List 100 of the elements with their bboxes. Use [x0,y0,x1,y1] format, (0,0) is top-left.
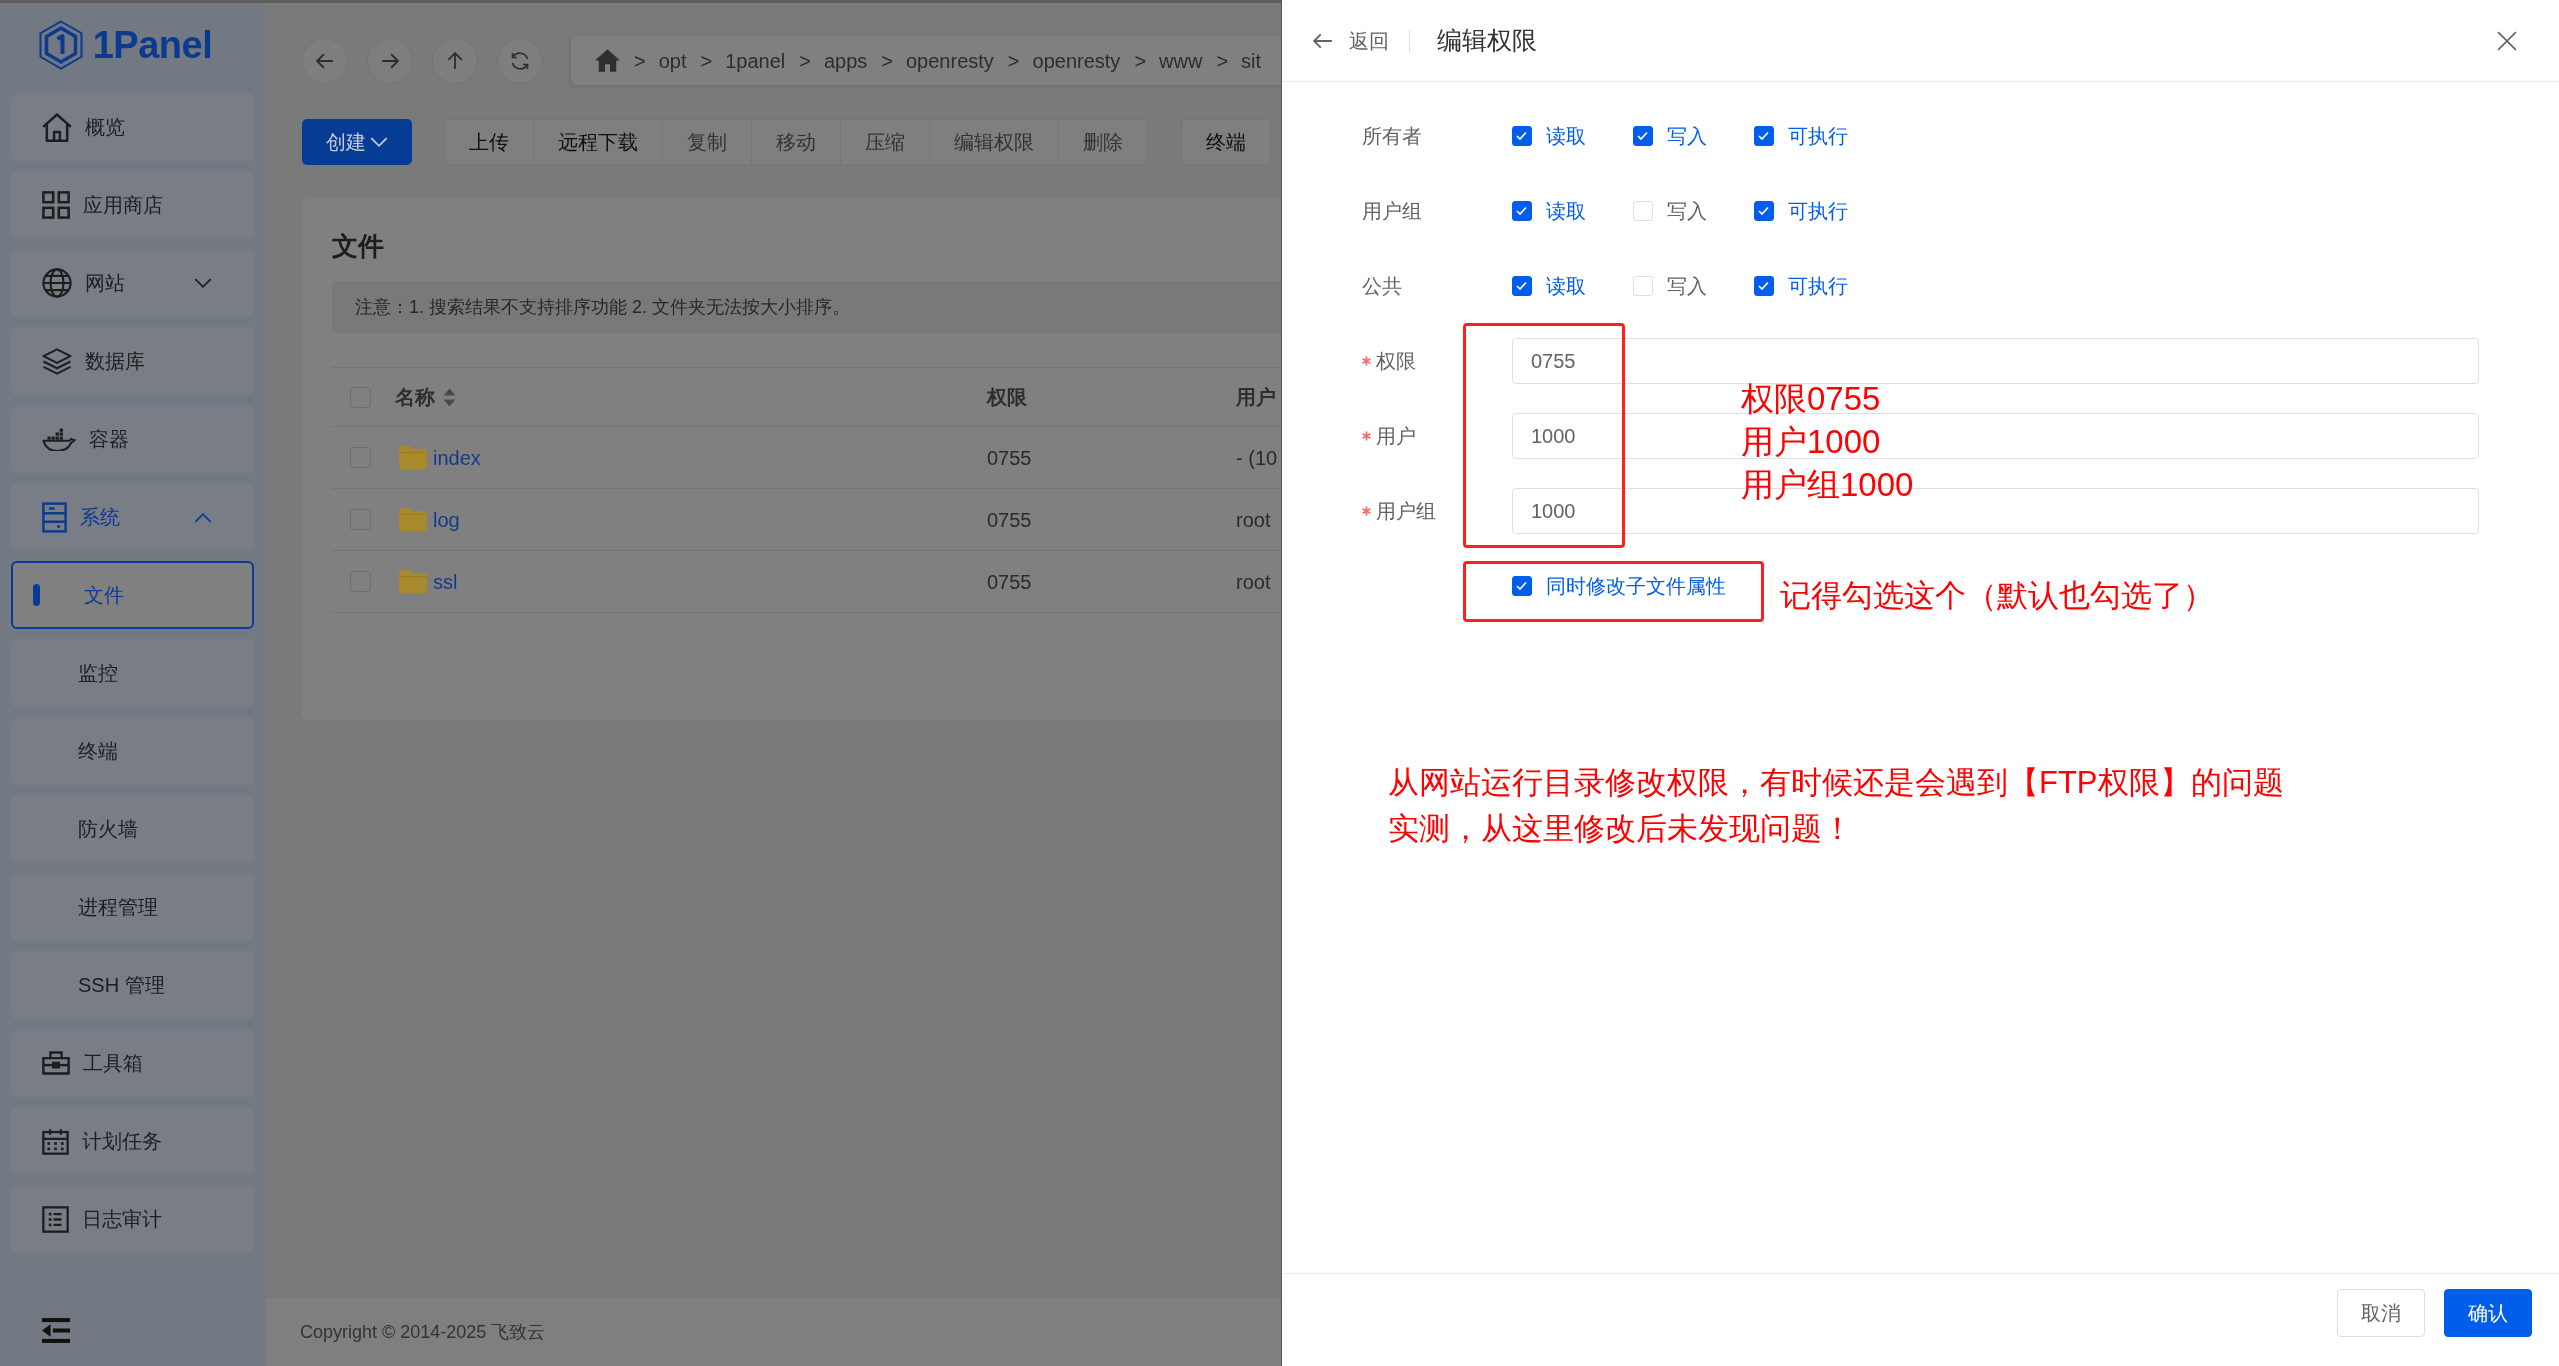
breadcrumb-link[interactable]: openresty [1032,45,1121,76]
check-icon [1516,131,1528,141]
checkbox-label[interactable]: 可执行 [1788,196,1848,226]
menu-item[interactable]: 防火墙 [11,795,254,863]
breadcrumb-link[interactable]: openresty [906,45,994,76]
copyright-text: Copyright © 2014-2025 飞致云 [300,1320,546,1344]
arrow-right-icon [381,52,399,69]
folder-icon [399,570,427,593]
arrow-up-icon [447,51,463,70]
notice-text: 注意：1. 搜索结果不支持排序功能 2. 文件夹无法按大小排序。 [355,296,851,319]
column-header: 名称 [395,385,435,410]
checkbox-label[interactable]: 可执行 [1788,271,1848,301]
checkbox[interactable] [1512,276,1532,296]
breadcrumb-separator: > [634,48,646,74]
drawer-title: 编辑权限 [1437,24,1537,56]
back-button[interactable]: 返回 [1313,25,1389,56]
breadcrumb-link[interactable]: apps [823,45,868,76]
menu-item[interactable]: 网站 [11,249,254,317]
file-link[interactable]: ssl [433,566,458,597]
grid-icon [42,191,70,219]
toolbox-icon [42,1051,70,1075]
menu-item[interactable]: 工具箱 [11,1029,254,1097]
up-button[interactable] [432,37,478,84]
refresh-button[interactable] [497,37,543,84]
breadcrumb-separator: > [1007,48,1020,74]
layers-icon [42,347,72,375]
breadcrumb-link[interactable]: www [1159,45,1203,76]
create-button[interactable]: 创建 [302,119,412,165]
menu-fold-icon[interactable] [42,1317,70,1343]
checkbox[interactable] [1512,576,1532,596]
form-label: 用户组 [1362,199,1423,224]
menu-item[interactable]: 日志审计 [11,1185,254,1253]
menu-item[interactable]: 监控 [11,639,254,707]
logo-text: 1Panel [92,26,213,64]
menu-item[interactable]: 进程管理 [11,873,254,941]
menu-item[interactable]: 数据库 [11,327,254,395]
forward-button[interactable] [367,37,413,84]
checkbox[interactable] [1754,276,1774,296]
back-button[interactable] [302,37,348,84]
list-icon [42,1205,69,1233]
annotation-text: 从网站运行目录修改权限，有时候还是会遇到【FTP权限】的问题 [1388,764,2284,802]
form-label: 权限 [1376,349,1416,374]
home-icon[interactable] [595,49,620,72]
checkbox-label[interactable]: 写入 [1667,196,1707,226]
menu-item[interactable]: 应用商店 [11,171,254,239]
menu-item[interactable]: 系统 [11,483,254,551]
checkbox-label[interactable]: 读取 [1546,196,1586,226]
form-label: 用户 [1376,424,1416,449]
menu-item[interactable]: 终端 [11,717,254,785]
globe-icon [42,268,72,298]
arrow-left-icon [316,52,334,69]
checkbox-label[interactable]: 可执行 [1788,121,1848,151]
menu-item[interactable]: 概览 [11,93,254,161]
breadcrumb-link[interactable]: sit [1241,45,1262,76]
annotation-text: 记得勾选这个（默认也勾选了） [1780,577,2214,615]
whale-icon [42,427,76,451]
refresh-icon [511,51,529,70]
file-link[interactable]: log [433,504,460,535]
menu-item[interactable]: SSH 管理 [11,951,254,1019]
hexagon-logo-icon [38,20,83,70]
breadcrumb-link[interactable]: 1panel [725,45,786,76]
home-icon [42,112,72,142]
panel-title: 文件 [332,230,384,262]
checkbox-label[interactable]: 读取 [1546,121,1586,151]
checkbox-label[interactable]: 写入 [1667,121,1707,151]
table-cell: root [1236,570,1271,593]
table-cell: root [1236,508,1271,531]
table-cell: - (10 [1236,446,1278,469]
close-icon[interactable] [2497,30,2517,51]
checkbox-label[interactable]: 读取 [1546,271,1586,301]
checkbox-label[interactable]: 写入 [1667,271,1707,301]
terminal-button[interactable]: 终端 [1181,119,1271,165]
checkbox[interactable] [1512,126,1532,146]
table-cell: 0755 [987,508,1032,531]
breadcrumb-separator: > [1134,48,1147,74]
table-cell: 0755 [987,570,1032,593]
server-icon [42,501,67,533]
checkbox[interactable] [1754,126,1774,146]
checkbox[interactable] [1754,201,1774,221]
checkbox-label[interactable]: 同时修改子文件属性 [1546,571,1726,601]
toolbar-button[interactable]: 上传 [444,119,534,165]
breadcrumb-link[interactable]: opt [658,45,687,76]
menu-item[interactable]: 计划任务 [11,1107,254,1175]
sort-icon[interactable] [443,386,456,408]
input-field[interactable]: 0755 [1512,338,2479,384]
toolbar-button[interactable]: 远程下载 [533,119,663,165]
checkbox[interactable] [1633,126,1653,146]
check-icon [1516,281,1528,291]
menu-item[interactable]: 文件 [11,561,254,629]
check-icon [1758,281,1770,291]
column-header: 用户 [1236,386,1276,408]
checkbox[interactable] [1512,201,1532,221]
file-link[interactable]: index [433,442,481,473]
form-label: 公共 [1362,274,1403,299]
confirm-button[interactable]: 确认 [2444,1289,2532,1337]
annotation-text: 实测，从这里修改后未发现问题！ [1388,810,1854,848]
check-icon [1516,581,1528,591]
check-icon [1758,206,1770,216]
cancel-button[interactable]: 取消 [2337,1289,2425,1337]
menu-item[interactable]: 容器 [11,405,254,473]
